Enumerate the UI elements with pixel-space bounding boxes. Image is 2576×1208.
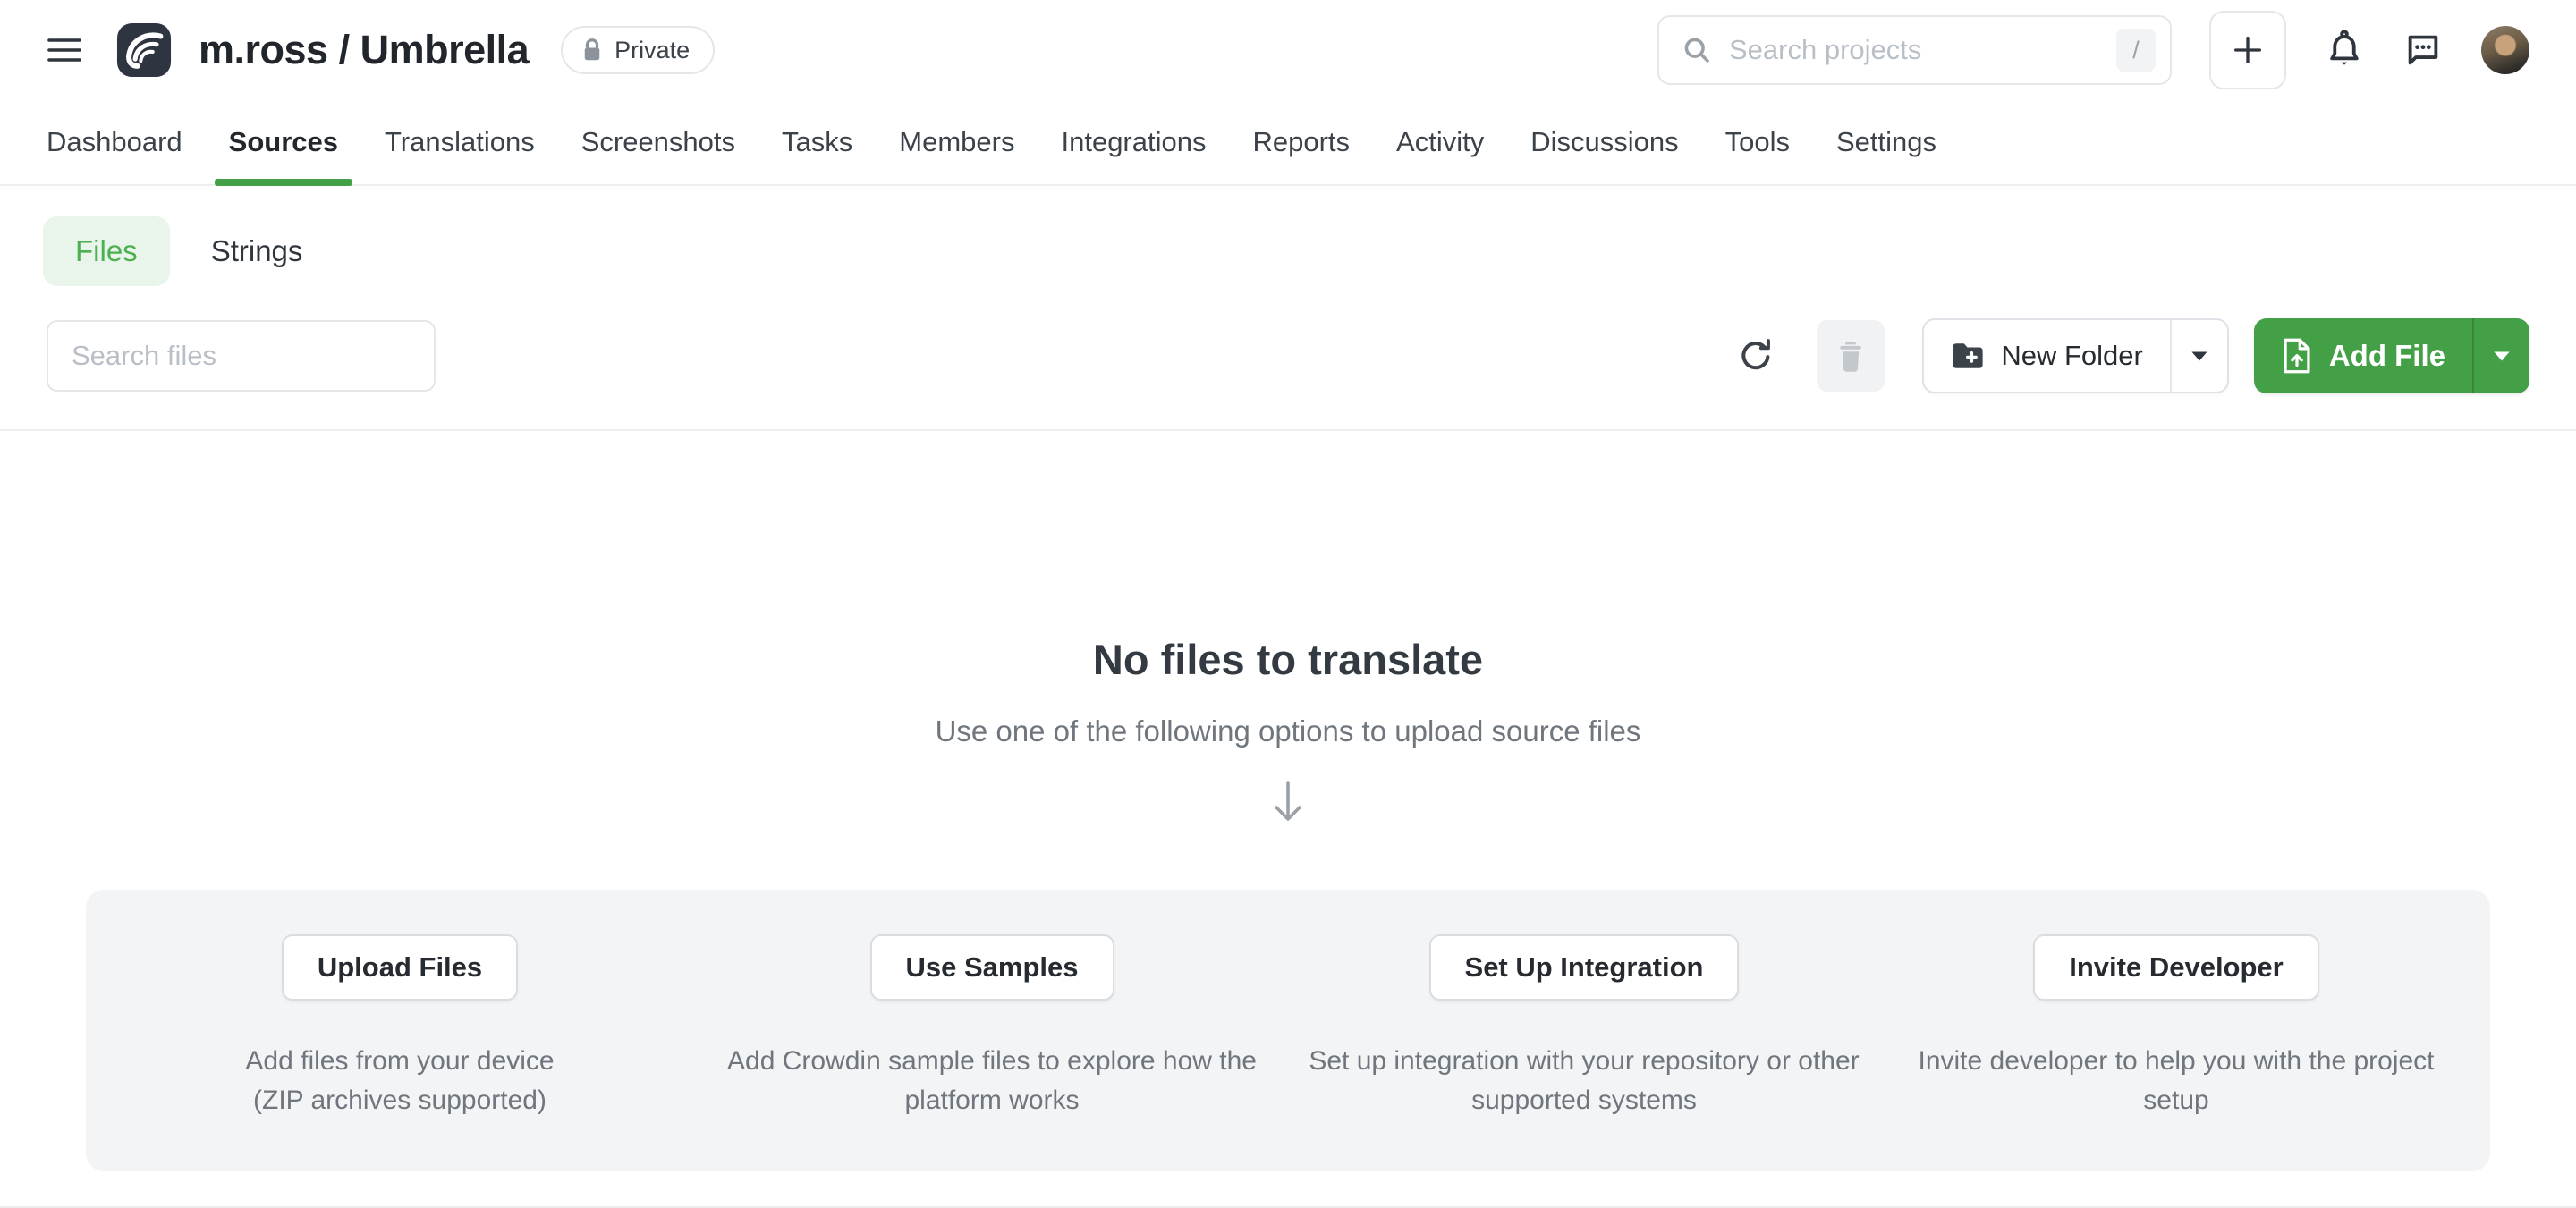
description-line: Set up integration with your repository … bbox=[1309, 1046, 1859, 1076]
invite-developer-button[interactable]: Invite Developer bbox=[2033, 934, 2318, 1001]
down-arrow-icon bbox=[1267, 779, 1309, 825]
notifications-bell-icon[interactable] bbox=[2324, 29, 2365, 72]
tab-members[interactable]: Members bbox=[899, 100, 1014, 184]
empty-state-title: No files to translate bbox=[0, 635, 2576, 684]
new-folder-label: New Folder bbox=[2001, 340, 2143, 372]
tab-reports[interactable]: Reports bbox=[1252, 100, 1350, 184]
invite-developer-description: Invite developer to help you with the pr… bbox=[1918, 1042, 2434, 1119]
use-samples-button[interactable]: Use Samples bbox=[870, 934, 1114, 1001]
option-card-set-up-integration: Set Up Integration Set up integration wi… bbox=[1288, 934, 1880, 1119]
empty-state: No files to translate Use one of the fol… bbox=[0, 635, 2576, 825]
tab-activity[interactable]: Activity bbox=[1396, 100, 1484, 184]
set-up-integration-button[interactable]: Set Up Integration bbox=[1429, 934, 1740, 1001]
search-projects-input[interactable] bbox=[1729, 34, 2100, 66]
option-card-upload-files: Upload Files Add files from your device (… bbox=[104, 934, 696, 1119]
add-file-button[interactable]: Add File bbox=[2254, 318, 2472, 393]
new-folder-dropdown-caret[interactable] bbox=[2172, 320, 2227, 392]
page-title: m.ross / Umbrella bbox=[199, 27, 529, 73]
search-shortcut-key: / bbox=[2116, 29, 2156, 72]
create-project-button[interactable] bbox=[2209, 11, 2286, 89]
option-card-invite-developer: Invite Developer Invite developer to hel… bbox=[1880, 934, 2472, 1119]
search-files-input[interactable] bbox=[47, 320, 436, 392]
description-line: setup bbox=[2143, 1086, 2208, 1115]
set-up-integration-description: Set up integration with your repository … bbox=[1309, 1042, 1859, 1119]
new-folder-button[interactable]: New Folder bbox=[1924, 320, 2170, 392]
tab-screenshots[interactable]: Screenshots bbox=[581, 100, 735, 184]
privacy-badge-label: Private bbox=[614, 37, 690, 64]
delete-trash-icon[interactable] bbox=[1817, 320, 1885, 392]
file-upload-icon bbox=[2281, 337, 2313, 375]
search-icon bbox=[1681, 34, 1713, 66]
hamburger-menu-icon[interactable] bbox=[47, 36, 82, 64]
description-line: (ZIP archives supported) bbox=[253, 1086, 547, 1115]
description-line: supported systems bbox=[1471, 1086, 1697, 1115]
add-file-label: Add File bbox=[2329, 339, 2445, 373]
tab-integrations[interactable]: Integrations bbox=[1061, 100, 1206, 184]
description-line: Invite developer to help you with the pr… bbox=[1918, 1046, 2434, 1076]
subtab-files[interactable]: Files bbox=[43, 216, 170, 286]
project-search[interactable]: / bbox=[1657, 15, 2172, 85]
sources-subnav: Files Strings bbox=[0, 216, 2576, 286]
upload-files-description: Add files from your device (ZIP archives … bbox=[245, 1042, 554, 1119]
tab-translations[interactable]: Translations bbox=[385, 100, 535, 184]
subtab-strings[interactable]: Strings bbox=[211, 216, 303, 286]
top-bar-actions: / bbox=[1657, 11, 2529, 89]
use-samples-description: Add Crowdin sample files to explore how … bbox=[727, 1042, 1257, 1119]
files-toolbar: New Folder Add File bbox=[0, 318, 2576, 393]
add-file-dropdown-caret[interactable] bbox=[2474, 318, 2529, 393]
toolbar-divider bbox=[0, 429, 2576, 431]
messages-chat-icon[interactable] bbox=[2402, 30, 2444, 71]
tab-sources[interactable]: Sources bbox=[229, 100, 338, 184]
description-line: Add Crowdin sample files to explore how … bbox=[727, 1046, 1257, 1076]
new-folder-split-button: New Folder bbox=[1922, 318, 2229, 393]
upload-files-button[interactable]: Upload Files bbox=[282, 934, 518, 1001]
top-bar: m.ross / Umbrella Private / bbox=[0, 0, 2576, 100]
empty-state-subtitle: Use one of the following options to uplo… bbox=[0, 714, 2576, 748]
tab-settings[interactable]: Settings bbox=[1836, 100, 1936, 184]
files-toolbar-actions: New Folder Add File bbox=[1736, 318, 2529, 393]
description-line: Add files from your device bbox=[245, 1046, 554, 1076]
privacy-badge: Private bbox=[561, 26, 715, 74]
crowdin-logo-icon[interactable] bbox=[116, 22, 172, 78]
user-avatar[interactable] bbox=[2481, 26, 2529, 74]
tab-tasks[interactable]: Tasks bbox=[782, 100, 852, 184]
add-file-split-button: Add File bbox=[2254, 318, 2529, 393]
project-nav-tabs: Dashboard Sources Translations Screensho… bbox=[0, 100, 2576, 186]
option-card-use-samples: Use Samples Add Crowdin sample files to … bbox=[696, 934, 1288, 1119]
tab-dashboard[interactable]: Dashboard bbox=[47, 100, 182, 184]
folder-plus-icon bbox=[1951, 341, 1985, 371]
tab-tools[interactable]: Tools bbox=[1725, 100, 1790, 184]
tab-discussions[interactable]: Discussions bbox=[1530, 100, 1678, 184]
lock-icon bbox=[580, 37, 604, 63]
upload-options-panel: Upload Files Add files from your device (… bbox=[86, 890, 2490, 1171]
description-line: platform works bbox=[904, 1086, 1079, 1115]
refresh-icon[interactable] bbox=[1736, 336, 1775, 376]
